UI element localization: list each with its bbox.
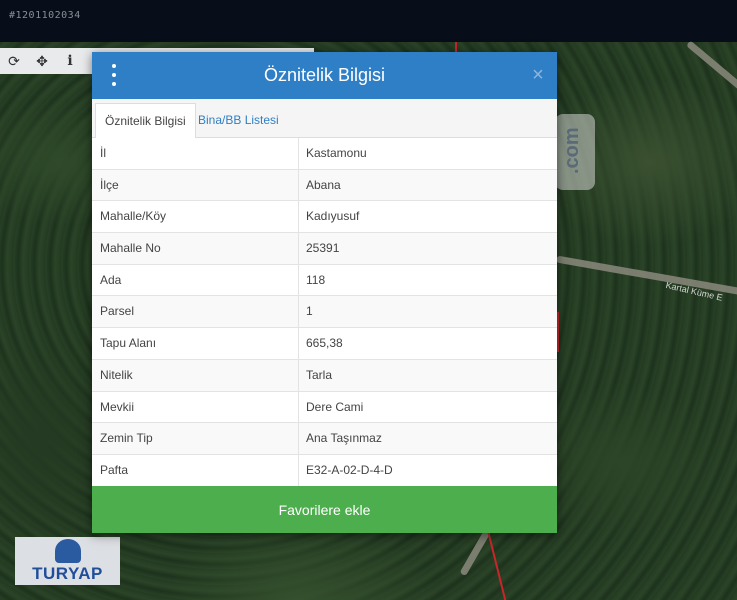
logo-text: TURYAP xyxy=(32,564,103,583)
close-icon[interactable]: × xyxy=(529,65,547,85)
refresh-icon[interactable]: ⟳ xyxy=(0,48,28,74)
map-road xyxy=(685,40,737,91)
listing-id: #1201102034 xyxy=(9,10,81,21)
row-value: Tarla xyxy=(306,367,333,382)
row-value: Abana xyxy=(306,177,341,192)
map-toolbar: ⟳ ✥ i xyxy=(0,48,92,74)
attribute-info-modal: Öznitelik Bilgisi × Öznitelik Bilgisi Bi… xyxy=(92,52,557,533)
row-label: Mahalle/Köy xyxy=(92,201,299,233)
move-icon[interactable]: ✥ xyxy=(28,48,56,74)
handshake-icon xyxy=(55,539,81,563)
turyap-logo: TURYAP xyxy=(15,537,120,585)
info-icon[interactable]: i xyxy=(56,48,84,74)
table-row: Ada 118 xyxy=(92,264,557,297)
row-label: Pafta xyxy=(92,454,299,486)
row-value: 25391 xyxy=(306,241,340,256)
row-label: Ada xyxy=(92,264,299,296)
row-value: 118 xyxy=(306,272,326,287)
row-value: Kadıyusuf xyxy=(306,209,360,224)
row-value: Dere Cami xyxy=(306,399,364,414)
parcel-boundary xyxy=(557,312,559,352)
table-row: İlçe Abana xyxy=(92,169,557,202)
modal-title: Öznitelik Bilgisi xyxy=(263,65,386,85)
row-label: İl xyxy=(92,138,299,169)
add-to-favorites-button[interactable]: Favorilere ekle xyxy=(92,486,557,533)
parcel-boundary xyxy=(487,532,507,600)
row-label: Zemin Tip xyxy=(92,423,299,454)
table-row: Mevkii Dere Cami xyxy=(92,391,557,424)
top-bar: #1201102034 xyxy=(0,0,737,42)
row-value: 665,38 xyxy=(306,336,343,351)
row-value: E32-A-02-D-4-D xyxy=(306,462,393,477)
row-label: Mevkii xyxy=(92,391,299,423)
table-row: Nitelik Tarla xyxy=(92,359,557,392)
row-value: Kastamonu xyxy=(306,146,367,160)
table-row: Mahalle No 25391 xyxy=(92,233,557,265)
table-row: Zemin Tip Ana Taşınmaz xyxy=(92,423,557,455)
row-label: Mahalle No xyxy=(92,233,299,264)
row-label: Nitelik xyxy=(92,359,299,391)
row-value: Ana Taşınmaz xyxy=(306,431,382,446)
tab-building-list[interactable]: Bina/BB Listesi xyxy=(189,103,288,138)
row-label: Parsel xyxy=(92,296,299,328)
attribute-table: İl Kastamonu İlçe Abana Mahalle/Köy Kadıyus… xyxy=(92,138,557,487)
modal-tabs: Öznitelik Bilgisi Bina/BB Listesi xyxy=(92,99,557,139)
table-row: Tapu Alanı 665,38 xyxy=(92,328,557,360)
table-row: İl Kastamonu xyxy=(92,138,557,170)
table-row: Parsel 1 xyxy=(92,296,557,329)
modal-header: Öznitelik Bilgisi × xyxy=(92,52,557,99)
row-value: 1 xyxy=(306,304,313,319)
watermark-text: .com xyxy=(561,127,583,174)
table-row: Pafta E32-A-02-D-4-D xyxy=(92,454,557,487)
row-label: Tapu Alanı xyxy=(92,328,299,359)
tab-attribute-info[interactable]: Öznitelik Bilgisi xyxy=(95,103,196,139)
watermark: .com xyxy=(555,114,595,190)
table-row: Mahalle/Köy Kadıyusuf xyxy=(92,201,557,234)
row-label: İlçe xyxy=(92,169,299,201)
